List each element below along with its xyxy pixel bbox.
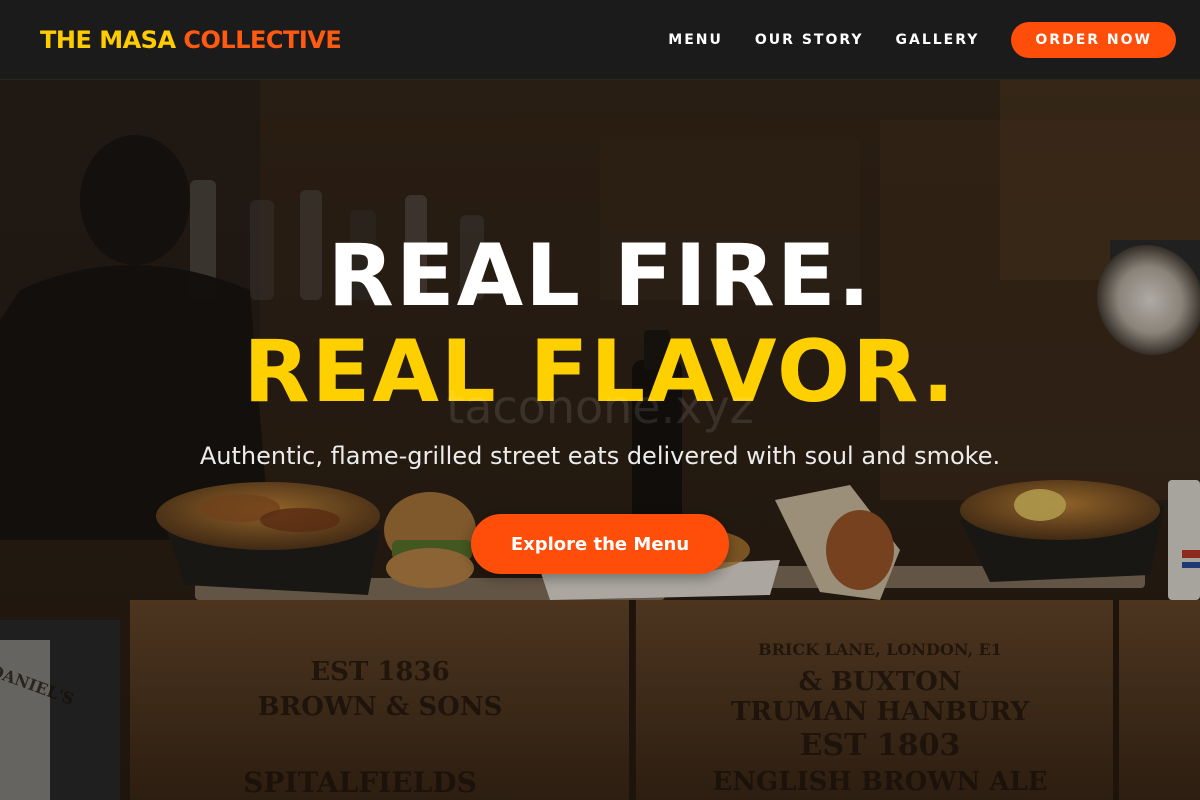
hero-tagline: Authentic, flame-grilled street eats del… bbox=[199, 442, 1001, 470]
nav-link-menu[interactable]: MENU bbox=[668, 32, 723, 48]
main-nav: MENU OUR STORY GALLERY ORDER NOW bbox=[636, 21, 1176, 58]
order-now-button[interactable]: ORDER NOW bbox=[1011, 21, 1176, 58]
logo[interactable]: THE MASA COLLECTIVE bbox=[40, 25, 342, 54]
explore-menu-button[interactable]: Explore the Menu bbox=[471, 514, 729, 574]
hero-section: EST 1836 BROWN & SONS SPITALFIELDS BRICK… bbox=[0, 80, 1200, 800]
site-header: THE MASA COLLECTIVE MENU OUR STORY GALLE… bbox=[0, 0, 1200, 80]
logo-text-primary: THE MASA bbox=[40, 25, 176, 54]
headline-line-1: REAL FIRE. bbox=[327, 226, 873, 326]
hero-dark-overlay bbox=[0, 80, 1200, 800]
nav-link-gallery[interactable]: GALLERY bbox=[896, 32, 980, 48]
nav-link-our-story[interactable]: OUR STORY bbox=[755, 32, 864, 48]
watermark-text: taconone.xyz bbox=[446, 380, 754, 434]
logo-text-secondary: COLLECTIVE bbox=[183, 25, 342, 54]
